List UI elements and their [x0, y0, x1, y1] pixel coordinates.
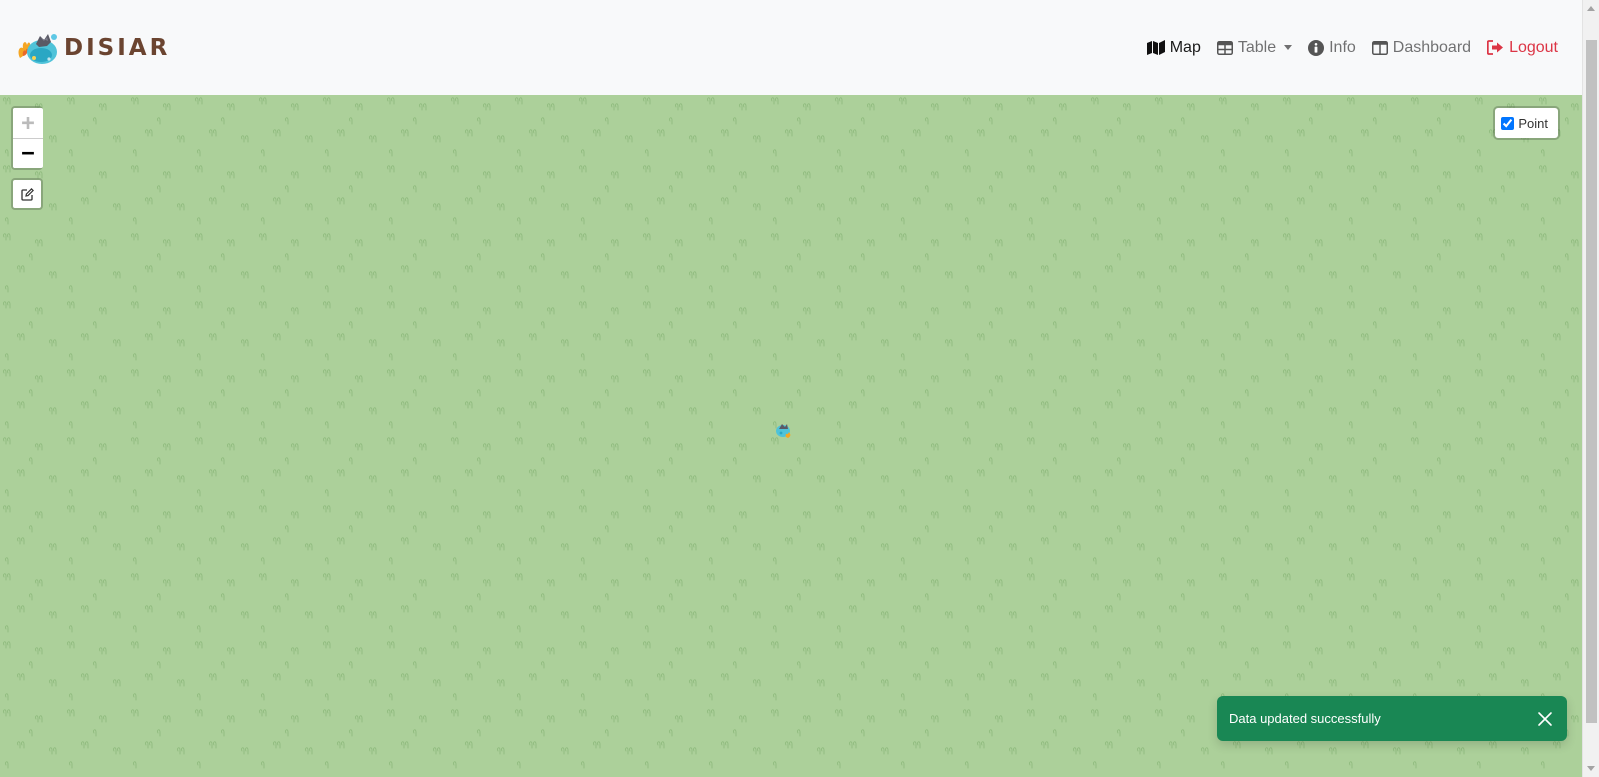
- nav-item-table-label: Table: [1237, 38, 1277, 56]
- brand-name: DISIAR: [64, 34, 171, 61]
- map-icon: [1146, 40, 1165, 55]
- nav-links: Map Table Info Dashboard Logout: [1139, 31, 1566, 65]
- nav-item-info[interactable]: Info: [1300, 31, 1364, 65]
- nav-item-map[interactable]: Map: [1139, 31, 1209, 65]
- app-viewport: DISIAR Map Table Info Dashboard Logout +…: [0, 0, 1582, 777]
- success-toast: Data updated successfully: [1217, 696, 1567, 741]
- scroll-thumb[interactable]: [1586, 40, 1597, 723]
- close-icon: [1538, 711, 1552, 726]
- top-navbar: DISIAR Map Table Info Dashboard Logout: [0, 0, 1582, 95]
- page-scrollbar[interactable]: [1582, 0, 1599, 777]
- layer-point-checkbox[interactable]: [1501, 116, 1515, 130]
- edit-icon: [20, 187, 34, 201]
- zoom-in-button[interactable]: +: [13, 108, 43, 138]
- chevron-down-icon: [1284, 45, 1293, 50]
- disiar-marker-icon[interactable]: [775, 423, 793, 439]
- layer-control: Point: [1493, 106, 1560, 140]
- brand-link[interactable]: DISIAR: [14, 28, 170, 68]
- sign-out-icon: [1487, 40, 1504, 55]
- nav-item-logout-label: Logout: [1509, 38, 1558, 56]
- draw-edit-button[interactable]: [11, 178, 43, 210]
- zoom-out-button[interactable]: −: [13, 138, 43, 168]
- layer-point-label: Point: [1518, 115, 1548, 131]
- toast-message: Data updated successfully: [1229, 711, 1381, 726]
- zoom-control: + −: [11, 106, 43, 170]
- columns-icon: [1371, 40, 1388, 55]
- table-icon: [1216, 40, 1233, 55]
- nav-item-info-label: Info: [1329, 38, 1356, 56]
- nav-item-logout[interactable]: Logout: [1479, 31, 1566, 65]
- nav-item-dashboard-label: Dashboard: [1392, 38, 1472, 56]
- map-canvas[interactable]: + − Point: [0, 95, 1582, 777]
- nav-item-table[interactable]: Table: [1209, 31, 1300, 65]
- nav-item-map-label: Map: [1169, 38, 1201, 56]
- scroll-up-arrow-icon[interactable]: [1587, 6, 1595, 11]
- scroll-down-arrow-icon[interactable]: [1587, 766, 1595, 771]
- disiar-logo-icon: [18, 33, 57, 64]
- nav-item-dashboard[interactable]: Dashboard: [1364, 31, 1479, 65]
- toast-close-button[interactable]: [1535, 709, 1555, 729]
- info-circle-icon: [1308, 39, 1325, 56]
